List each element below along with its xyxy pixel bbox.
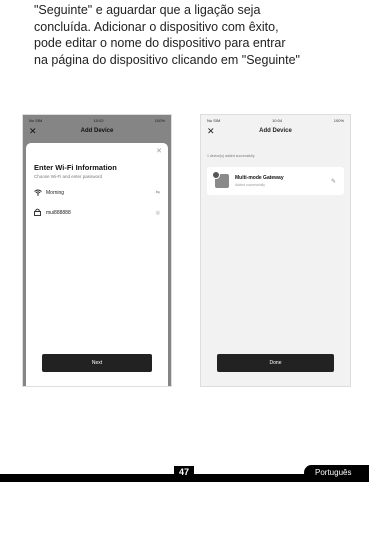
wifi-sheet: ✕ Enter Wi-Fi Information Choose Wi-Fi a… [26,143,168,386]
sheet-title: Enter Wi-Fi Information [34,163,117,172]
sheet-subtitle: Choose Wi-Fi and enter password [34,174,103,179]
wifi-name-field[interactable]: Morning ⇆ [34,185,160,201]
instruction-paragraph: "Seguinte" e aguardar que a ligação seja… [34,2,366,68]
language-tab: Português [304,465,369,480]
sheet-close-icon[interactable]: ✕ [156,147,162,155]
paragraph-line: na página do dispositivo clicando em "Se… [34,52,300,67]
carrier-label: No SIM [207,117,221,123]
paragraph-line: pode editar o nome do dispositivo para e… [34,36,286,50]
phone-screenshot-wifi: No SIM 10:02 100% ✕ Add Device ✕ Enter W… [22,114,172,387]
success-hint: 1 device(s) added successfully [207,154,255,158]
gateway-device-icon [212,171,229,188]
page-number: 47 [174,466,194,477]
phone-screenshot-added: No SIM 10:04 100% ✕ Add Device 1 device(… [200,114,351,387]
done-button[interactable]: Done [217,354,334,372]
password-field[interactable]: mui888888 ◎ [34,205,160,221]
next-button[interactable]: Next [42,354,152,372]
wifi-icon [34,189,46,198]
device-status: Added successfully [235,183,265,187]
lock-icon [34,208,46,218]
paragraph-line: concluída. Adicionar o dispositivo com ê… [34,19,279,34]
nav-title: Add Device [259,128,292,134]
paragraph-line: "Seguinte" e aguardar que a ligação seja [34,3,261,17]
clock-label: 10:04 [272,117,283,123]
wifi-name-value: Morning [46,190,65,196]
device-name: Multi-mode Gateway [235,175,284,181]
close-icon[interactable]: ✕ [207,125,215,137]
status-bar: No SIM 10:04 100% [201,115,350,125]
switch-network-icon[interactable]: ⇆ [156,190,160,196]
password-value: mui888888 [46,210,71,216]
nav-bar: ✕ Add Device [201,125,350,137]
show-password-icon[interactable]: ◎ [156,210,160,216]
battery-label: 100% [333,117,344,123]
edit-icon[interactable]: ✎ [331,178,336,185]
device-card[interactable]: Multi-mode Gateway Added successfully ✎ [207,167,344,195]
